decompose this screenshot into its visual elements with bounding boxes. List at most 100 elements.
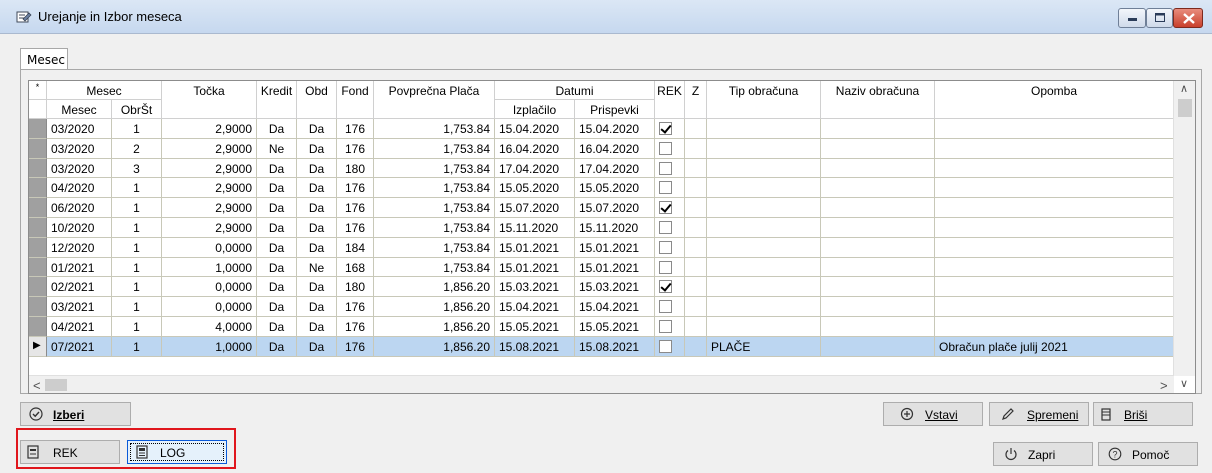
cell-obd[interactable]: Da [297, 158, 337, 179]
cell-obd[interactable]: Da [297, 218, 337, 238]
cell-izplacilo[interactable]: 17.04.2020 [495, 158, 575, 179]
header-mesec[interactable]: Mesec [47, 100, 112, 119]
cell-mesec[interactable]: 03/2020 [47, 138, 112, 159]
cell-tip[interactable] [707, 257, 821, 278]
cell-povp[interactable]: 1,753.84 [374, 218, 495, 238]
cell-opomba[interactable] [935, 257, 1174, 278]
cell-prispevki[interactable]: 15.05.2020 [575, 178, 655, 199]
cell-povp[interactable]: 1,753.84 [374, 237, 495, 258]
cell-izplacilo[interactable]: 15.11.2020 [495, 218, 575, 238]
cell-obd[interactable]: Da [297, 237, 337, 258]
cell-obrst[interactable]: 1 [112, 257, 162, 278]
rek-checkbox-cell[interactable] [655, 297, 685, 317]
cell-povp[interactable]: 1,856.20 [374, 336, 495, 357]
row-indicator[interactable] [29, 138, 47, 159]
cell-fond[interactable]: 176 [337, 317, 374, 337]
cell-tocka[interactable]: 2,9000 [162, 119, 257, 139]
cell-prispevki[interactable]: 15.11.2020 [575, 218, 655, 238]
row-indicator[interactable] [29, 237, 47, 258]
cell-povp[interactable]: 1,856.20 [374, 297, 495, 317]
cell-tip[interactable] [707, 237, 821, 258]
cell-z[interactable] [685, 257, 707, 278]
rek-checkbox[interactable] [659, 339, 672, 353]
vertical-scroll-thumb[interactable] [1178, 99, 1192, 117]
rek-checkbox[interactable] [659, 122, 672, 135]
cell-mesec[interactable]: 06/2020 [47, 198, 112, 218]
cell-fond[interactable]: 184 [337, 237, 374, 258]
cell-obd[interactable]: Da [297, 138, 337, 159]
cell-opomba[interactable] [935, 198, 1174, 218]
scroll-up-icon[interactable]: ∧ [1180, 82, 1188, 95]
cell-izplacilo[interactable]: 15.01.2021 [495, 237, 575, 258]
cell-prispevki[interactable]: 15.07.2020 [575, 198, 655, 218]
cell-povp[interactable]: 1,856.20 [374, 317, 495, 337]
cell-prispevki[interactable]: 15.08.2021 [575, 336, 655, 357]
cell-izplacilo[interactable]: 15.08.2021 [495, 336, 575, 357]
cell-naziv[interactable] [821, 317, 935, 337]
table-row[interactable]: 04/2020 1 2,9000 Da Da 176 1,753.84 15.05.2020 1… [29, 178, 1174, 199]
cell-fond[interactable]: 176 [337, 178, 374, 199]
cell-opomba[interactable] [935, 119, 1174, 139]
table-row-selected[interactable]: ▶ 07/2021 1 1,0000 Da Da 176 1,856.20 15.08.2021… [29, 336, 1174, 357]
cell-izplacilo[interactable]: 15.05.2021 [495, 317, 575, 337]
cell-z[interactable] [685, 277, 707, 298]
cell-naziv[interactable] [821, 178, 935, 199]
row-indicator[interactable]: ▶ [29, 336, 47, 357]
cell-fond[interactable]: 180 [337, 158, 374, 179]
cell-tip[interactable] [707, 297, 821, 317]
row-indicator[interactable] [29, 218, 47, 238]
table-row[interactable]: 04/2021 1 4,0000 Da Da 176 1,856.20 15.05.2021 1… [29, 317, 1174, 337]
cell-tip[interactable] [707, 178, 821, 199]
cell-fond[interactable]: 176 [337, 297, 374, 317]
table-row[interactable]: 06/2020 1 2,9000 Da Da 176 1,753.84 15.07.2020 1… [29, 198, 1174, 218]
cell-kredit[interactable]: Da [257, 277, 297, 298]
cell-kredit[interactable]: Da [257, 198, 297, 218]
cell-opomba[interactable] [935, 277, 1174, 298]
cell-z[interactable] [685, 138, 707, 159]
cell-obrst[interactable]: 1 [112, 237, 162, 258]
horizontal-scrollbar[interactable]: < > [29, 375, 1174, 393]
cell-opomba[interactable] [935, 317, 1174, 337]
cell-obd[interactable]: Da [297, 336, 337, 357]
cell-z[interactable] [685, 336, 707, 357]
cell-fond[interactable]: 180 [337, 277, 374, 298]
row-indicator[interactable] [29, 178, 47, 199]
cell-opomba[interactable] [935, 138, 1174, 159]
cell-opomba[interactable] [935, 158, 1174, 179]
cell-prispevki[interactable]: 16.04.2020 [575, 138, 655, 159]
cell-z[interactable] [685, 198, 707, 218]
rek-checkbox-cell[interactable] [655, 317, 685, 337]
rek-checkbox-cell[interactable] [655, 257, 685, 278]
cell-tip[interactable] [707, 119, 821, 139]
cell-obd[interactable]: Da [297, 297, 337, 317]
cell-izplacilo[interactable]: 16.04.2020 [495, 138, 575, 159]
cell-tocka[interactable]: 1,0000 [162, 257, 257, 278]
cell-naziv[interactable] [821, 277, 935, 298]
rek-checkbox[interactable] [659, 300, 672, 314]
cell-kredit[interactable]: Da [257, 336, 297, 357]
brisi-button[interactable]: Briši [1093, 402, 1193, 426]
cell-obrst[interactable]: 1 [112, 336, 162, 357]
cell-z[interactable] [685, 237, 707, 258]
cell-naziv[interactable] [821, 336, 935, 357]
cell-prispevki[interactable]: 15.01.2021 [575, 237, 655, 258]
cell-mesec[interactable]: 03/2020 [47, 158, 112, 179]
cell-izplacilo[interactable]: 15.07.2020 [495, 198, 575, 218]
cell-povp[interactable]: 1,856.20 [374, 277, 495, 298]
cell-naziv[interactable] [821, 257, 935, 278]
row-indicator[interactable] [29, 277, 47, 298]
table-row[interactable]: 12/2020 1 0,0000 Da Da 184 1,753.84 15.01.2021 1… [29, 237, 1174, 258]
cell-kredit[interactable]: Ne [257, 138, 297, 159]
cell-naziv[interactable] [821, 198, 935, 218]
cell-tocka[interactable]: 0,0000 [162, 237, 257, 258]
cell-kredit[interactable]: Da [257, 257, 297, 278]
header-mesec-group[interactable]: Mesec [47, 81, 162, 100]
table-row[interactable]: 01/2021 1 1,0000 Da Ne 168 1,753.84 15.01.2021 1… [29, 257, 1174, 278]
cell-tocka[interactable]: 2,9000 [162, 198, 257, 218]
cell-kredit[interactable]: Da [257, 297, 297, 317]
izberi-button[interactable]: Izberi [20, 402, 131, 426]
cell-izplacilo[interactable]: 15.03.2021 [495, 277, 575, 298]
cell-kredit[interactable]: Da [257, 317, 297, 337]
cell-tip[interactable] [707, 218, 821, 238]
cell-kredit[interactable]: Da [257, 237, 297, 258]
